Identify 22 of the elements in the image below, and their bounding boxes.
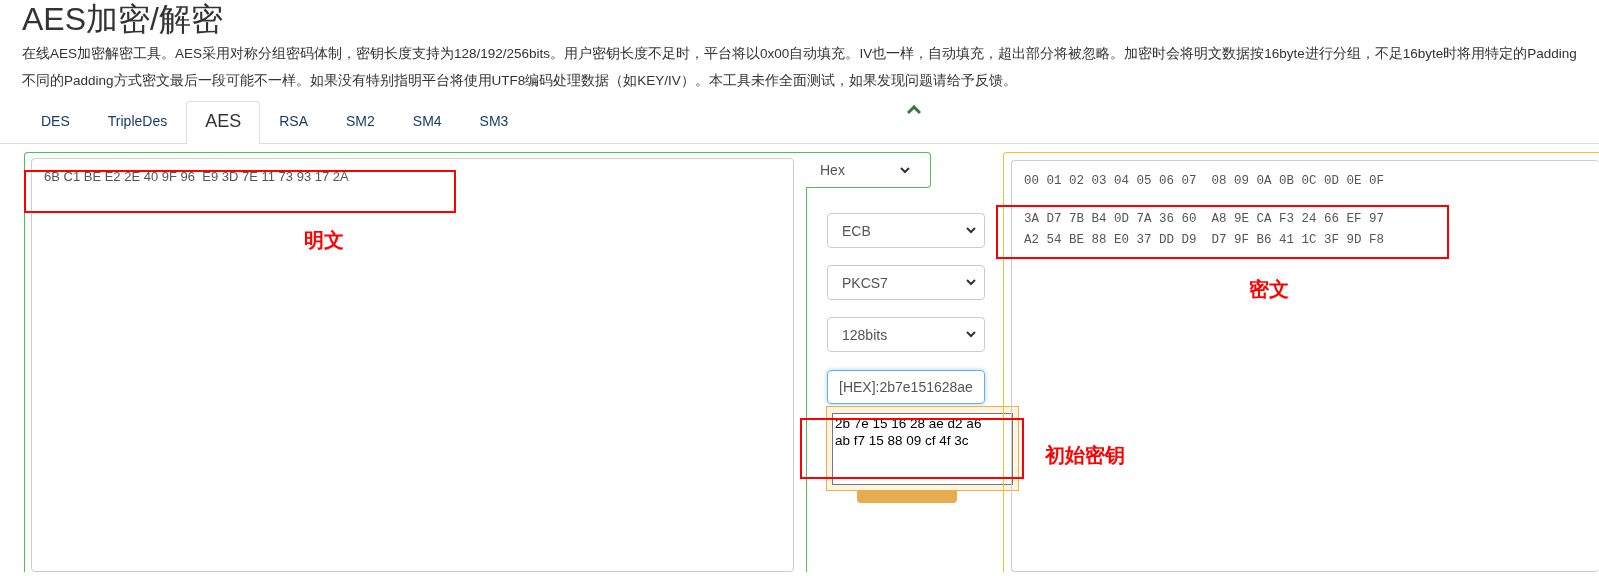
tab[interactable]: RSA bbox=[260, 101, 327, 144]
collapse-icon[interactable] bbox=[907, 105, 921, 115]
padding-select[interactable]: PKCS7 bbox=[827, 265, 985, 300]
tab[interactable]: AES bbox=[186, 101, 261, 144]
popup-handle[interactable] bbox=[857, 491, 957, 503]
chevron-down-icon bbox=[966, 331, 976, 338]
tab[interactable]: SM2 bbox=[327, 101, 394, 144]
tab[interactable]: SM3 bbox=[460, 101, 528, 144]
annotation-label: 密文 bbox=[1249, 277, 1289, 301]
page-title: AES加密/解密 bbox=[22, 0, 224, 38]
description-text: 在线AES加密解密工具。AES采用对称分组密码体制，密钥长度支持为128/192/256bits。用户密钥长度不足时，平台将以0x00自动填充。IV也一样，自动填充，超出部分将被忽略。加密时会将明文数据按16byte进行分组，不足16byte时将用特定的Padding bbox=[22, 45, 1577, 63]
annotation-label: 初始密钥 bbox=[1045, 443, 1125, 467]
chevron-down-icon bbox=[966, 279, 976, 286]
mode-select[interactable]: ECB bbox=[827, 213, 985, 248]
description-text: 不同的Padding方式密文最后一段可能不一样。如果没有特别指明平台将使用UTF8编码处理数据（如KEY/IV）。本工具未作全面测试，如果发现问题请给予反馈。 bbox=[22, 72, 1017, 90]
key-input[interactable]: [HEX]:2b7e151628ae bbox=[827, 370, 985, 404]
tab[interactable]: SM4 bbox=[393, 101, 461, 144]
tab[interactable]: TripleDes bbox=[88, 101, 187, 144]
tab[interactable]: DES bbox=[22, 101, 89, 144]
annotation-label: 明文 bbox=[304, 228, 344, 252]
key-size-select[interactable]: 128bits bbox=[827, 317, 985, 352]
chevron-down-icon bbox=[966, 227, 976, 234]
